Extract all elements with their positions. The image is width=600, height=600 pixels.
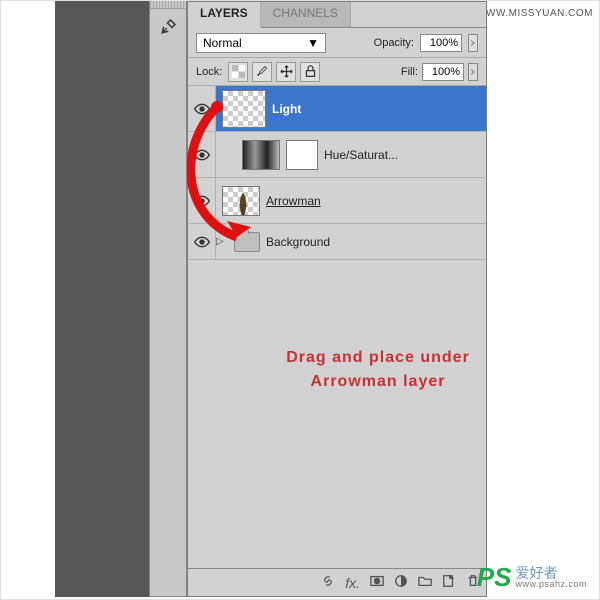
vertical-toolbar bbox=[149, 1, 187, 597]
layer-fx-button[interactable]: fx. bbox=[345, 575, 360, 591]
layer-background-group[interactable]: ▷ Background bbox=[188, 224, 486, 260]
layer-light[interactable]: Light bbox=[188, 86, 486, 132]
screenshot-frame: 思缘设计论坛 WWW.MISSYUAN.COM LAYERS CHANNELS … bbox=[0, 0, 600, 600]
layers-panel: LAYERS CHANNELS Normal ▼ Opacity: 100% L… bbox=[187, 1, 487, 597]
folder-icon bbox=[234, 232, 260, 252]
figure-silhouette-icon bbox=[237, 193, 249, 216]
toolbar-grip[interactable] bbox=[150, 1, 186, 9]
opacity-label: Opacity: bbox=[374, 37, 414, 49]
mask-icon bbox=[370, 574, 384, 588]
tab-layers[interactable]: LAYERS bbox=[188, 2, 261, 28]
chevron-right-icon bbox=[470, 69, 476, 75]
layer-mask-button[interactable] bbox=[370, 574, 384, 591]
fill-input[interactable]: 100% bbox=[422, 63, 464, 81]
watermark-bottom: PS 爱好者 www.psahz.com bbox=[477, 562, 587, 593]
link-layers-button[interactable] bbox=[321, 574, 335, 591]
visibility-toggle[interactable] bbox=[188, 86, 216, 131]
blend-mode-value: Normal bbox=[203, 36, 242, 50]
instruction-annotation: Drag and place under Arrowman layer bbox=[248, 346, 486, 394]
layer-thumbnail[interactable] bbox=[222, 186, 260, 216]
instruction-line1: Drag and place under bbox=[248, 346, 486, 370]
watermark-top-url: WWW.MISSYUAN.COM bbox=[476, 8, 593, 19]
link-icon bbox=[321, 574, 335, 588]
layer-mask-thumbnail[interactable] bbox=[286, 140, 318, 170]
visibility-toggle[interactable] bbox=[188, 132, 216, 177]
visibility-toggle[interactable] bbox=[188, 178, 216, 223]
watermark-url: www.psahz.com bbox=[515, 580, 587, 589]
fill-flyout[interactable] bbox=[468, 63, 478, 81]
eye-icon bbox=[194, 195, 210, 207]
layer-name[interactable]: Light bbox=[272, 102, 301, 116]
panel-footer: fx. bbox=[188, 568, 486, 596]
opacity-input[interactable]: 100% bbox=[420, 34, 462, 52]
panel-tabs: LAYERS CHANNELS bbox=[188, 2, 486, 28]
brush-icon bbox=[256, 65, 269, 78]
layer-name[interactable]: Background bbox=[266, 235, 330, 249]
tools-button[interactable] bbox=[152, 11, 186, 41]
lock-icon bbox=[304, 65, 317, 78]
adjustment-thumbnail[interactable] bbox=[242, 140, 280, 170]
layer-hue-sat[interactable]: Hue/Saturat... bbox=[188, 132, 486, 178]
eye-icon bbox=[194, 103, 210, 115]
new-layer-button[interactable] bbox=[442, 574, 456, 591]
layer-arrowman[interactable]: Arrowman bbox=[188, 178, 486, 224]
folder-icon bbox=[418, 574, 432, 588]
wrench-screwdriver-icon bbox=[160, 17, 178, 35]
tab-channels[interactable]: CHANNELS bbox=[261, 2, 351, 27]
opacity-flyout[interactable] bbox=[468, 34, 478, 52]
layers-list: Light Hue/Saturat... bbox=[188, 86, 486, 568]
transparency-icon bbox=[232, 65, 245, 78]
blend-mode-select[interactable]: Normal ▼ bbox=[196, 33, 326, 53]
circle-half-icon bbox=[394, 574, 408, 588]
move-icon bbox=[280, 65, 293, 78]
lock-transparency-button[interactable] bbox=[228, 62, 248, 82]
dropdown-icon: ▼ bbox=[307, 36, 319, 50]
disclosure-triangle-icon[interactable]: ▷ bbox=[216, 236, 228, 247]
blend-mode-row: Normal ▼ Opacity: 100% bbox=[188, 28, 486, 58]
adjustment-layer-button[interactable] bbox=[394, 574, 408, 591]
lock-position-button[interactable] bbox=[276, 62, 296, 82]
visibility-toggle[interactable] bbox=[188, 224, 216, 259]
lock-all-button[interactable] bbox=[300, 62, 320, 82]
layer-thumbnail[interactable] bbox=[222, 90, 266, 128]
eye-icon bbox=[194, 149, 210, 161]
lock-label: Lock: bbox=[196, 66, 222, 78]
eye-icon bbox=[194, 236, 210, 248]
new-group-button[interactable] bbox=[418, 574, 432, 591]
layer-name[interactable]: Hue/Saturat... bbox=[324, 148, 398, 162]
layer-name[interactable]: Arrowman bbox=[266, 194, 321, 208]
new-page-icon bbox=[442, 574, 456, 588]
watermark-ps: PS bbox=[477, 562, 512, 593]
fill-label: Fill: bbox=[401, 66, 418, 78]
chevron-right-icon bbox=[470, 40, 476, 46]
lock-row: Lock: Fill: 100% bbox=[188, 58, 486, 86]
instruction-line2: Arrowman layer bbox=[248, 370, 486, 394]
watermark-hz: 爱好者 bbox=[515, 566, 587, 580]
lock-pixels-button[interactable] bbox=[252, 62, 272, 82]
